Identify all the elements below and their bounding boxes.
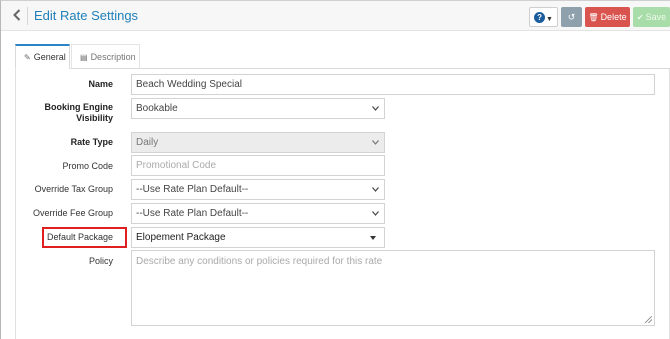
booking-engine-label-line1: Booking Engine xyxy=(44,102,114,112)
override-fee-group-label: Override Fee Group xyxy=(32,208,113,218)
question-icon: ? xyxy=(534,12,546,24)
caret-down-icon xyxy=(370,236,376,240)
chevron-down-icon xyxy=(372,180,379,192)
rate-type-label: Rate Type xyxy=(70,137,113,147)
help-dropdown-button[interactable]: ? ▼ xyxy=(529,7,558,27)
override-fee-group-value: --Use Rate Plan Default-- xyxy=(136,208,249,219)
name-label: Name xyxy=(88,79,113,89)
rate-type-select: Daily xyxy=(131,132,385,153)
chevron-left-icon xyxy=(13,9,21,21)
tab-general[interactable]: ✎ General xyxy=(15,44,70,69)
override-fee-group-select[interactable]: --Use Rate Plan Default-- xyxy=(131,203,385,224)
resize-handle-icon[interactable] xyxy=(645,316,652,323)
name-input[interactable]: Beach Wedding Special xyxy=(131,74,655,95)
save-label: Save xyxy=(645,12,667,22)
delete-label: Delete xyxy=(600,12,627,22)
chevron-down-icon xyxy=(372,133,379,145)
name-value: Beach Wedding Special xyxy=(136,79,242,90)
booking-engine-visibility-select[interactable]: Bookable xyxy=(131,98,385,119)
tab-description-label: Description xyxy=(90,52,136,62)
default-package-select[interactable]: Elopement Package xyxy=(131,227,385,248)
trash-icon: 🗑 xyxy=(588,13,599,22)
tab-bar: ✎ General ▤ Description xyxy=(15,44,670,69)
history-icon: ↺ xyxy=(567,12,576,22)
override-tax-group-label: Override Tax Group xyxy=(34,184,113,194)
booking-engine-label-line2: Visibility xyxy=(76,113,113,123)
promo-code-placeholder: Promotional Code xyxy=(136,160,217,171)
promo-code-input[interactable]: Promotional Code xyxy=(131,155,385,176)
history-button[interactable]: ↺ xyxy=(561,7,582,27)
page-title: Edit Rate Settings xyxy=(34,8,139,23)
chevron-down-icon xyxy=(372,204,379,216)
booking-engine-visibility-label: Booking Engine Visibility xyxy=(40,102,114,124)
edit-icon: ✎ xyxy=(24,53,31,62)
check-icon: ✔ xyxy=(636,13,644,22)
tab-description[interactable]: ▤ Description xyxy=(71,44,140,69)
default-package-label: Default Package xyxy=(46,232,113,242)
document-icon: ▤ xyxy=(80,53,88,62)
promo-code-label: Promo Code xyxy=(62,161,113,171)
delete-button[interactable]: 🗑 Delete xyxy=(585,7,630,27)
policy-placeholder: Describe any conditions or policies requ… xyxy=(136,256,383,267)
page-header: Edit Rate Settings ? ▼ ↺ 🗑 Delete ✔ Save xyxy=(1,1,670,31)
back-button[interactable] xyxy=(9,7,25,25)
policy-label: Policy xyxy=(88,256,113,266)
chevron-down-icon xyxy=(372,99,379,111)
header-divider xyxy=(27,7,28,25)
policy-textarea[interactable]: Describe any conditions or policies requ… xyxy=(131,250,655,326)
caret-down-icon: ▼ xyxy=(546,16,553,23)
default-package-value: Elopement Package xyxy=(136,232,226,243)
override-tax-group-value: --Use Rate Plan Default-- xyxy=(136,184,249,195)
booking-engine-visibility-value: Bookable xyxy=(136,103,178,114)
override-tax-group-select[interactable]: --Use Rate Plan Default-- xyxy=(131,179,385,200)
rate-type-value: Daily xyxy=(136,137,159,148)
save-button[interactable]: ✔ Save xyxy=(633,7,670,27)
tab-general-label: General xyxy=(33,52,66,62)
